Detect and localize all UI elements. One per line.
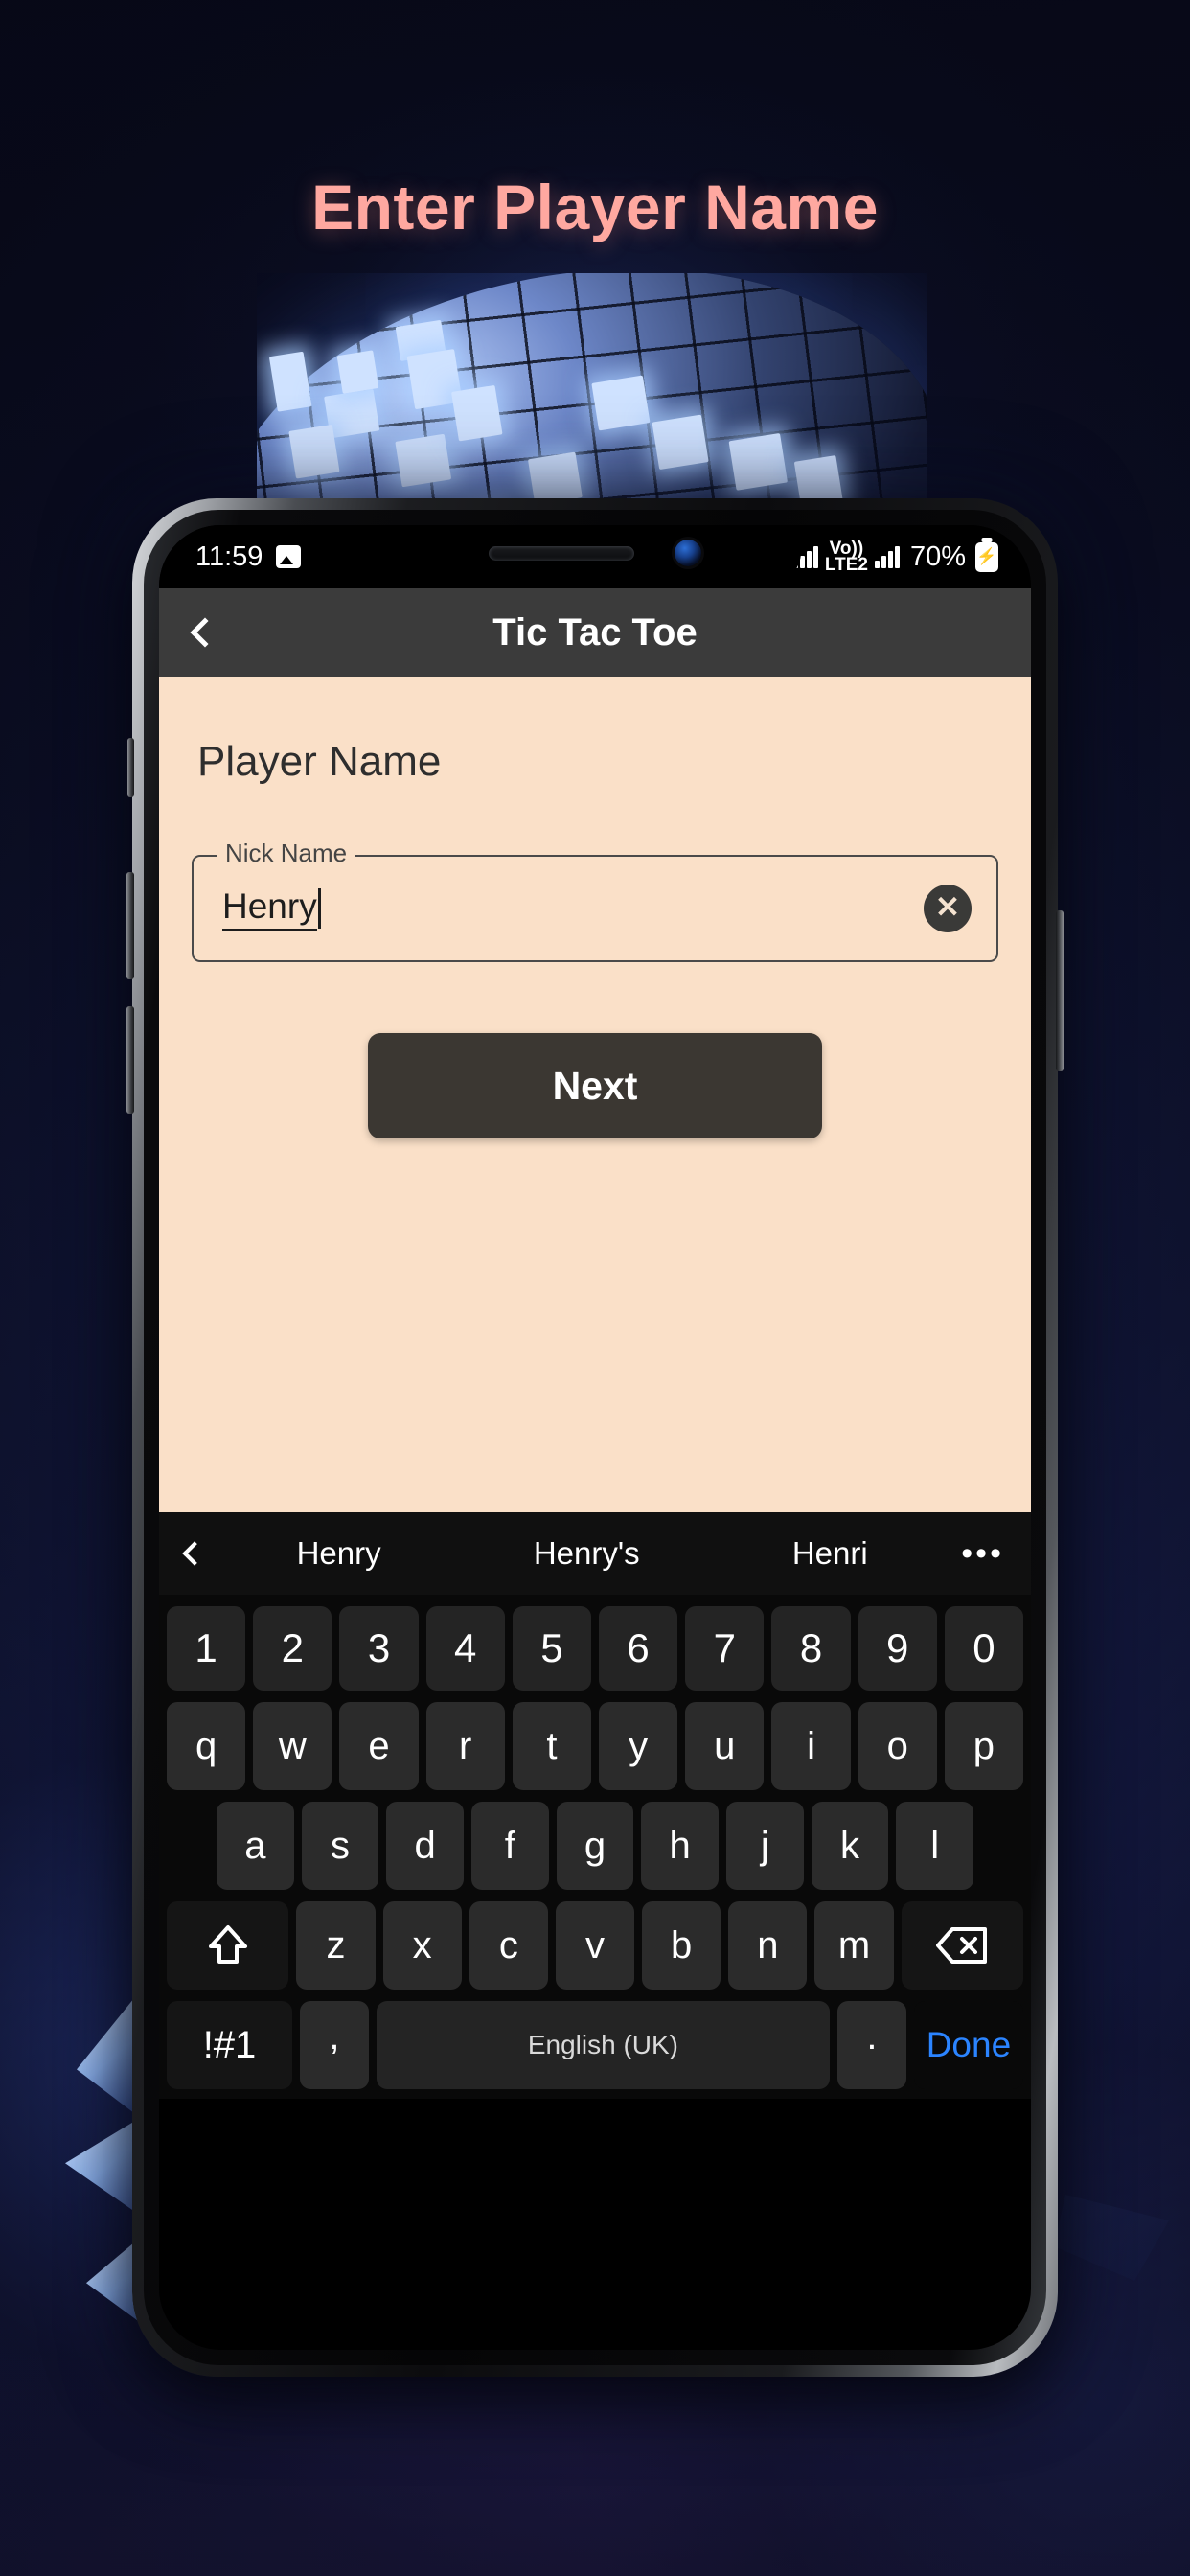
phone-frame: 11:59 Vo)) LTE2 70% ⚡ Tic Tac Toe Player… (126, 498, 1064, 2377)
suggestion-more-button[interactable]: ••• (961, 1535, 1004, 1573)
status-time: 11:59 (195, 540, 263, 572)
key-l[interactable]: l (896, 1802, 974, 1890)
clear-input-button[interactable]: ✕ (924, 885, 972, 932)
key-s[interactable]: s (301, 1802, 379, 1890)
key-t[interactable]: t (512, 1702, 591, 1790)
key-c[interactable]: c (469, 1901, 548, 1990)
key-8[interactable]: 8 (771, 1606, 851, 1690)
shift-key[interactable] (167, 1901, 289, 1990)
key-1[interactable]: 1 (166, 1606, 246, 1690)
space-key[interactable]: English (UK) (376, 2001, 831, 2089)
signal-bars-icon-2 (874, 545, 900, 568)
suggestion-bar: Henry Henry's Henri ••• (159, 1512, 1031, 1595)
battery-percent: 70% (909, 540, 966, 572)
app-bar: Tic Tac Toe (159, 588, 1031, 677)
key-5[interactable]: 5 (512, 1606, 591, 1690)
suggestion-item[interactable]: Henry (297, 1535, 381, 1572)
nickname-field-wrapper: Nick Name Henry ✕ (192, 839, 998, 962)
keyboard-row-numbers: 1 2 3 4 5 6 7 8 9 0 (159, 1606, 1031, 1690)
backspace-icon (936, 1927, 988, 1964)
charging-battery-icon: ⚡ (975, 541, 998, 572)
phone-screen: 11:59 Vo)) LTE2 70% ⚡ Tic Tac Toe Player… (159, 525, 1031, 2350)
key-v[interactable]: v (555, 1901, 635, 1990)
clear-circle-icon: ✕ (935, 890, 960, 924)
shift-icon (208, 1925, 247, 1964)
key-g[interactable]: g (556, 1802, 634, 1890)
page-title: Player Name (197, 738, 442, 785)
suggestion-back-icon[interactable] (182, 1541, 207, 1566)
key-9[interactable]: 9 (858, 1606, 937, 1690)
keyboard-row-top: q w e r t y u i o p (159, 1702, 1031, 1790)
on-screen-keyboard: Henry Henry's Henri ••• 1 2 3 4 5 6 7 8 … (159, 1512, 1031, 2099)
image-icon (276, 545, 302, 568)
key-a[interactable]: a (216, 1802, 294, 1890)
nickname-input[interactable]: Henry ✕ (192, 855, 998, 962)
key-p[interactable]: p (944, 1702, 1024, 1790)
page-headline: Enter Player Name (311, 172, 879, 242)
back-button[interactable] (159, 617, 251, 648)
key-z[interactable]: z (296, 1901, 376, 1990)
app-bar-title: Tic Tac Toe (492, 610, 698, 654)
done-key[interactable]: Done (913, 2001, 1023, 2089)
backspace-key[interactable] (901, 1901, 1023, 1990)
key-o[interactable]: o (858, 1702, 937, 1790)
key-y[interactable]: y (599, 1702, 678, 1790)
nickname-field-label: Nick Name (217, 839, 356, 868)
keyboard-row-bottom: z x c v b n m (159, 1901, 1031, 1990)
nickname-input-value: Henry (222, 886, 317, 931)
keyboard-row-home: a s d f g h j k l (159, 1802, 1031, 1890)
symbols-key[interactable]: !#1 (167, 2001, 292, 2089)
keyboard-row-space: !#1 , English (UK) . Done (159, 2001, 1031, 2089)
key-u[interactable]: u (685, 1702, 765, 1790)
suggestion-item[interactable]: Henri (792, 1535, 868, 1572)
key-f[interactable]: f (471, 1802, 549, 1890)
key-4[interactable]: 4 (425, 1606, 505, 1690)
key-d[interactable]: d (386, 1802, 464, 1890)
suggestion-item[interactable]: Henry's (534, 1535, 640, 1572)
key-n[interactable]: n (728, 1901, 808, 1990)
key-r[interactable]: r (425, 1702, 505, 1790)
status-bar: 11:59 Vo)) LTE2 70% ⚡ (159, 525, 1031, 588)
key-e[interactable]: e (339, 1702, 419, 1790)
key-b[interactable]: b (642, 1901, 721, 1990)
key-m[interactable]: m (814, 1901, 894, 1990)
lte-label: LTE2 (824, 555, 868, 575)
key-x[interactable]: x (382, 1901, 462, 1990)
content-area: Player Name Nick Name Henry ✕ Next (159, 677, 1031, 1512)
key-6[interactable]: 6 (599, 1606, 678, 1690)
key-0[interactable]: 0 (944, 1606, 1024, 1690)
key-i[interactable]: i (771, 1702, 851, 1790)
key-2[interactable]: 2 (253, 1606, 332, 1690)
period-key[interactable]: . (837, 2001, 906, 2089)
key-3[interactable]: 3 (339, 1606, 419, 1690)
key-j[interactable]: j (726, 1802, 804, 1890)
text-caret (317, 888, 321, 929)
key-q[interactable]: q (166, 1702, 246, 1790)
comma-key[interactable]: , (299, 2001, 369, 2089)
volte-indicator: Vo)) LTE2 (825, 540, 868, 574)
key-7[interactable]: 7 (685, 1606, 765, 1690)
chevron-left-icon (190, 617, 220, 648)
next-button[interactable]: Next (368, 1033, 822, 1138)
key-h[interactable]: h (641, 1802, 720, 1890)
key-w[interactable]: w (253, 1702, 332, 1790)
key-k[interactable]: k (811, 1802, 889, 1890)
